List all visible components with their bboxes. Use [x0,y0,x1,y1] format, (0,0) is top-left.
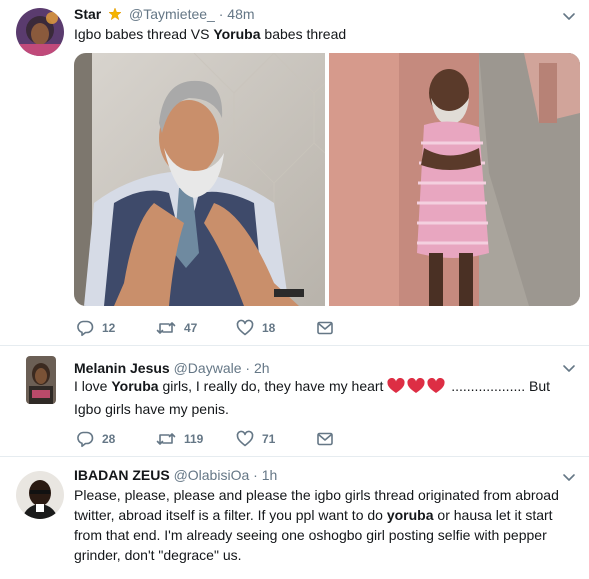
media-grid[interactable] [74,53,580,306]
tweet-text-part: I love [74,378,112,394]
like-icon [236,430,254,448]
display-name[interactable]: IBADAN ZEUS [74,467,170,483]
timestamp[interactable]: 2h [254,360,270,376]
tweet[interactable]: Melanin Jesus @Daywale · 2h I love Yorub… [0,346,589,456]
chevron-down-icon[interactable] [561,360,577,376]
chevron-down-icon[interactable] [561,8,577,24]
avatar[interactable] [16,8,64,56]
retweet-icon [156,430,176,448]
avatar[interactable] [26,356,56,404]
tweet-text: I love Yoruba girls, I really do, they h… [74,376,564,419]
avatar[interactable] [16,471,64,519]
reply-button[interactable]: 28 [76,429,115,449]
handle[interactable]: @Daywale [174,360,242,376]
tweet-text: Please, please, please and please the ig… [74,485,564,565]
retweet-icon [156,319,176,337]
tweet-text-part: Igbo babes thread VS [74,26,214,42]
retweet-count: 119 [184,432,204,446]
highlighted-keyword: Yoruba [213,26,261,42]
direct-message-button[interactable] [316,429,334,449]
handle[interactable]: @Taymietee_ [129,6,215,22]
timestamp[interactable]: 1h [262,467,278,483]
separator: · [218,6,224,22]
retweet-count: 47 [184,321,198,335]
like-button[interactable]: 71 [236,429,275,449]
like-button[interactable]: 18 [236,318,275,338]
highlighted-keyword: yoruba [386,507,434,523]
tweet[interactable]: IBADAN ZEUS @OlabisiOa · 1h Please, plea… [0,457,589,579]
star-emoji-icon [108,7,122,24]
separator: · [245,360,251,376]
reply-icon [76,430,94,448]
man-fixing-tie-photo[interactable] [74,53,326,306]
tweet-text-part: girls, I really do, they have my heart [158,378,388,394]
direct-message-button[interactable] [316,318,334,338]
red-hearts-emoji-icon [387,377,447,399]
elderly-man-pink-dress-photo[interactable] [329,53,580,306]
tweet-actions: 28 119 71 [74,429,494,449]
message-icon [316,430,334,448]
display-name[interactable]: Melanin Jesus [74,360,170,376]
display-name[interactable]: Star [74,6,101,22]
like-count: 71 [262,432,276,446]
chevron-down-icon[interactable] [561,469,577,485]
reply-button[interactable]: 12 [76,318,115,338]
handle[interactable]: @OlabisiOa [174,467,250,483]
retweet-button[interactable]: 47 [156,318,197,338]
separator: · [253,467,258,483]
reply-count: 28 [102,432,116,446]
retweet-button[interactable]: 119 [156,429,203,449]
like-count: 18 [262,321,276,335]
message-icon [316,319,334,337]
tweet-actions: 12 47 18 [74,318,494,338]
like-icon [236,319,254,337]
highlighted-keyword: Yoruba [111,378,159,394]
reply-icon [76,319,94,337]
tweet[interactable]: Star @Taymietee_ · 48m Igbo babes thread… [0,0,589,345]
reply-count: 12 [102,321,116,335]
timestamp[interactable]: 48m [227,6,254,22]
tweet-text: Igbo babes thread VS Yoruba babes thread [74,24,574,44]
tweet-text-part: babes thread [260,26,347,42]
